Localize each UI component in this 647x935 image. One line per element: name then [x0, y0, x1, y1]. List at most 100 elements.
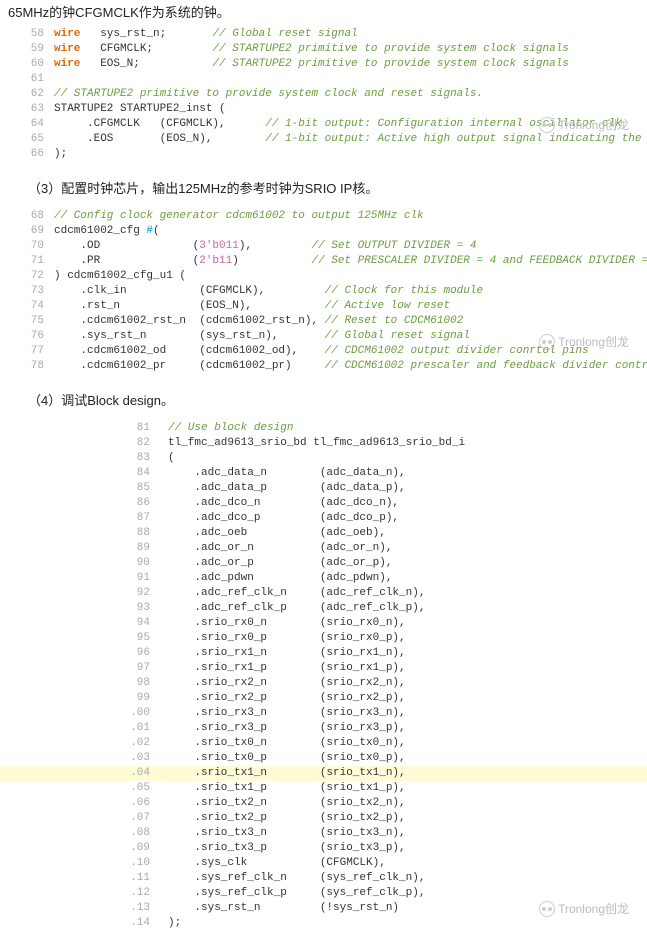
line-number: 93: [0, 601, 168, 616]
line-number: 60: [0, 57, 54, 72]
code-line: 66);: [0, 147, 647, 162]
code-text: .srio_rx2_n (srio_rx2_n),: [168, 676, 647, 691]
code-line: 92 .adc_ref_clk_n (adc_ref_clk_n),: [0, 586, 647, 601]
line-number: 71: [0, 254, 54, 269]
code-text: .adc_data_p (adc_data_p),: [168, 481, 647, 496]
line-number: .11: [0, 871, 168, 886]
code-line: 96 .srio_rx1_n (srio_rx1_n),: [0, 646, 647, 661]
line-number: .00: [0, 706, 168, 721]
line-number: 87: [0, 511, 168, 526]
code-line: 62// STARTUPE2 primitive to provide syst…: [0, 87, 647, 102]
code-text: .srio_rx0_p (srio_rx0_p),: [168, 631, 647, 646]
code-line: 59wire CFGMCLK; // STARTUPE2 primitive t…: [0, 42, 647, 57]
code-text: .sys_clk (CFGMCLK),: [168, 856, 647, 871]
line-number: .12: [0, 886, 168, 901]
code-text: .rst_n (EOS_N), // Active low reset: [54, 299, 647, 314]
code-text: tl_fmc_ad9613_srio_bd tl_fmc_ad9613_srio…: [168, 436, 647, 451]
code-text: // Use block design: [168, 421, 647, 436]
code-block-3: 81// Use block design82tl_fmc_ad9613_sri…: [0, 417, 647, 935]
code-text: .sys_rst_n (sys_rst_n), // Global reset …: [54, 329, 647, 344]
code-text: .adc_dco_n (adc_dco_n),: [168, 496, 647, 511]
code-line: 98 .srio_rx2_n (srio_rx2_n),: [0, 676, 647, 691]
code-line: 68// Config clock generator cdcm61002 to…: [0, 209, 647, 224]
code-line: 70 .OD (3'b011), // Set OUTPUT DIVIDER =…: [0, 239, 647, 254]
code-text: .srio_rx1_n (srio_rx1_n),: [168, 646, 647, 661]
code-line: 58wire sys_rst_n; // Global reset signal: [0, 27, 647, 42]
line-number: 95: [0, 631, 168, 646]
line-number: 84: [0, 466, 168, 481]
line-number: 98: [0, 676, 168, 691]
code-text: .adc_or_n (adc_or_n),: [168, 541, 647, 556]
line-number: 99: [0, 691, 168, 706]
line-number: 72: [0, 269, 54, 284]
code-line: 93 .adc_ref_clk_p (adc_ref_clk_p),: [0, 601, 647, 616]
code-line: .06 .srio_tx2_n (srio_tx2_n),: [0, 796, 647, 811]
code-line: 73 .clk_in (CFGMCLK), // Clock for this …: [0, 284, 647, 299]
line-number: 64: [0, 117, 54, 132]
code-block-2: 68// Config clock generator cdcm61002 to…: [0, 205, 647, 378]
code-line: .09 .srio_tx3_p (srio_tx3_p),: [0, 841, 647, 856]
line-number: 62: [0, 87, 54, 102]
line-number: 92: [0, 586, 168, 601]
code-text: ) cdcm61002_cfg_u1 (: [54, 269, 647, 284]
line-number: .01: [0, 721, 168, 736]
code-line: 94 .srio_rx0_n (srio_rx0_n),: [0, 616, 647, 631]
line-number: .06: [0, 796, 168, 811]
code-line: 99 .srio_rx2_p (srio_rx2_p),: [0, 691, 647, 706]
code-text: .srio_rx1_p (srio_rx1_p),: [168, 661, 647, 676]
code-text: wire sys_rst_n; // Global reset signal: [54, 27, 647, 42]
code-text: .adc_pdwn (adc_pdwn),: [168, 571, 647, 586]
code-line: .08 .srio_tx3_n (srio_tx3_n),: [0, 826, 647, 841]
line-number: .14: [0, 916, 168, 931]
code-line: 91 .adc_pdwn (adc_pdwn),: [0, 571, 647, 586]
code-line: .01 .srio_rx3_p (srio_rx3_p),: [0, 721, 647, 736]
code-line: 75 .cdcm61002_rst_n (cdcm61002_rst_n), /…: [0, 314, 647, 329]
code-text: .sys_ref_clk_n (sys_ref_clk_n),: [168, 871, 647, 886]
code-line: 95 .srio_rx0_p (srio_rx0_p),: [0, 631, 647, 646]
code-text: .adc_ref_clk_n (adc_ref_clk_n),: [168, 586, 647, 601]
code-line: .12 .sys_ref_clk_p (sys_ref_clk_p),: [0, 886, 647, 901]
line-number: 58: [0, 27, 54, 42]
code-text: .adc_or_p (adc_or_p),: [168, 556, 647, 571]
line-number: 78: [0, 359, 54, 374]
line-number: 70: [0, 239, 54, 254]
code-text: .PR (2'b11) // Set PRESCALER DIVIDER = 4…: [54, 254, 647, 269]
code-text: .adc_dco_p (adc_dco_p),: [168, 511, 647, 526]
line-number: 83: [0, 451, 168, 466]
line-number: 85: [0, 481, 168, 496]
line-number: 91: [0, 571, 168, 586]
code-text: .srio_tx1_p (srio_tx1_p),: [168, 781, 647, 796]
code-line: .10 .sys_clk (CFGMCLK),: [0, 856, 647, 871]
line-number: 94: [0, 616, 168, 631]
code-line: .03 .srio_tx0_p (srio_tx0_p),: [0, 751, 647, 766]
code-block-1: 58wire sys_rst_n; // Global reset signal…: [0, 23, 647, 166]
code-text: .cdcm61002_rst_n (cdcm61002_rst_n), // R…: [54, 314, 647, 329]
code-line: 72) cdcm61002_cfg_u1 (: [0, 269, 647, 284]
code-text: [54, 72, 647, 87]
code-line: 69cdcm61002_cfg #(: [0, 224, 647, 239]
code-text: .CFGMCLK (CFGMCLK), // 1-bit output: Con…: [54, 117, 647, 132]
code-line: .00 .srio_rx3_n (srio_rx3_n),: [0, 706, 647, 721]
code-text: .adc_data_n (adc_data_n),: [168, 466, 647, 481]
code-line: .07 .srio_tx2_p (srio_tx2_p),: [0, 811, 647, 826]
code-text: .adc_oeb (adc_oeb),: [168, 526, 647, 541]
code-line: 78 .cdcm61002_pr (cdcm61002_pr) // CDCM6…: [0, 359, 647, 374]
line-number: 97: [0, 661, 168, 676]
code-line: 77 .cdcm61002_od (cdcm61002_od), // CDCM…: [0, 344, 647, 359]
code-text: .srio_tx2_n (srio_tx2_n),: [168, 796, 647, 811]
code-text: .srio_tx0_n (srio_tx0_n),: [168, 736, 647, 751]
section-4-title: （4）调试Block design。: [0, 378, 647, 417]
code-line: .04 .srio_tx1_n (srio_tx1_n),: [0, 766, 647, 781]
code-line: 84 .adc_data_n (adc_data_n),: [0, 466, 647, 481]
code-line: 65 .EOS (EOS_N), // 1-bit output: Active…: [0, 132, 647, 147]
code-line: .11 .sys_ref_clk_n (sys_ref_clk_n),: [0, 871, 647, 886]
code-line: 61: [0, 72, 647, 87]
line-number: .02: [0, 736, 168, 751]
code-text: .cdcm61002_pr (cdcm61002_pr) // CDCM6100…: [54, 359, 647, 374]
code-text: .clk_in (CFGMCLK), // Clock for this mod…: [54, 284, 647, 299]
line-number: 96: [0, 646, 168, 661]
code-text: wire CFGMCLK; // STARTUPE2 primitive to …: [54, 42, 647, 57]
code-line: 87 .adc_dco_p (adc_dco_p),: [0, 511, 647, 526]
line-number: 76: [0, 329, 54, 344]
code-line: 97 .srio_rx1_p (srio_rx1_p),: [0, 661, 647, 676]
